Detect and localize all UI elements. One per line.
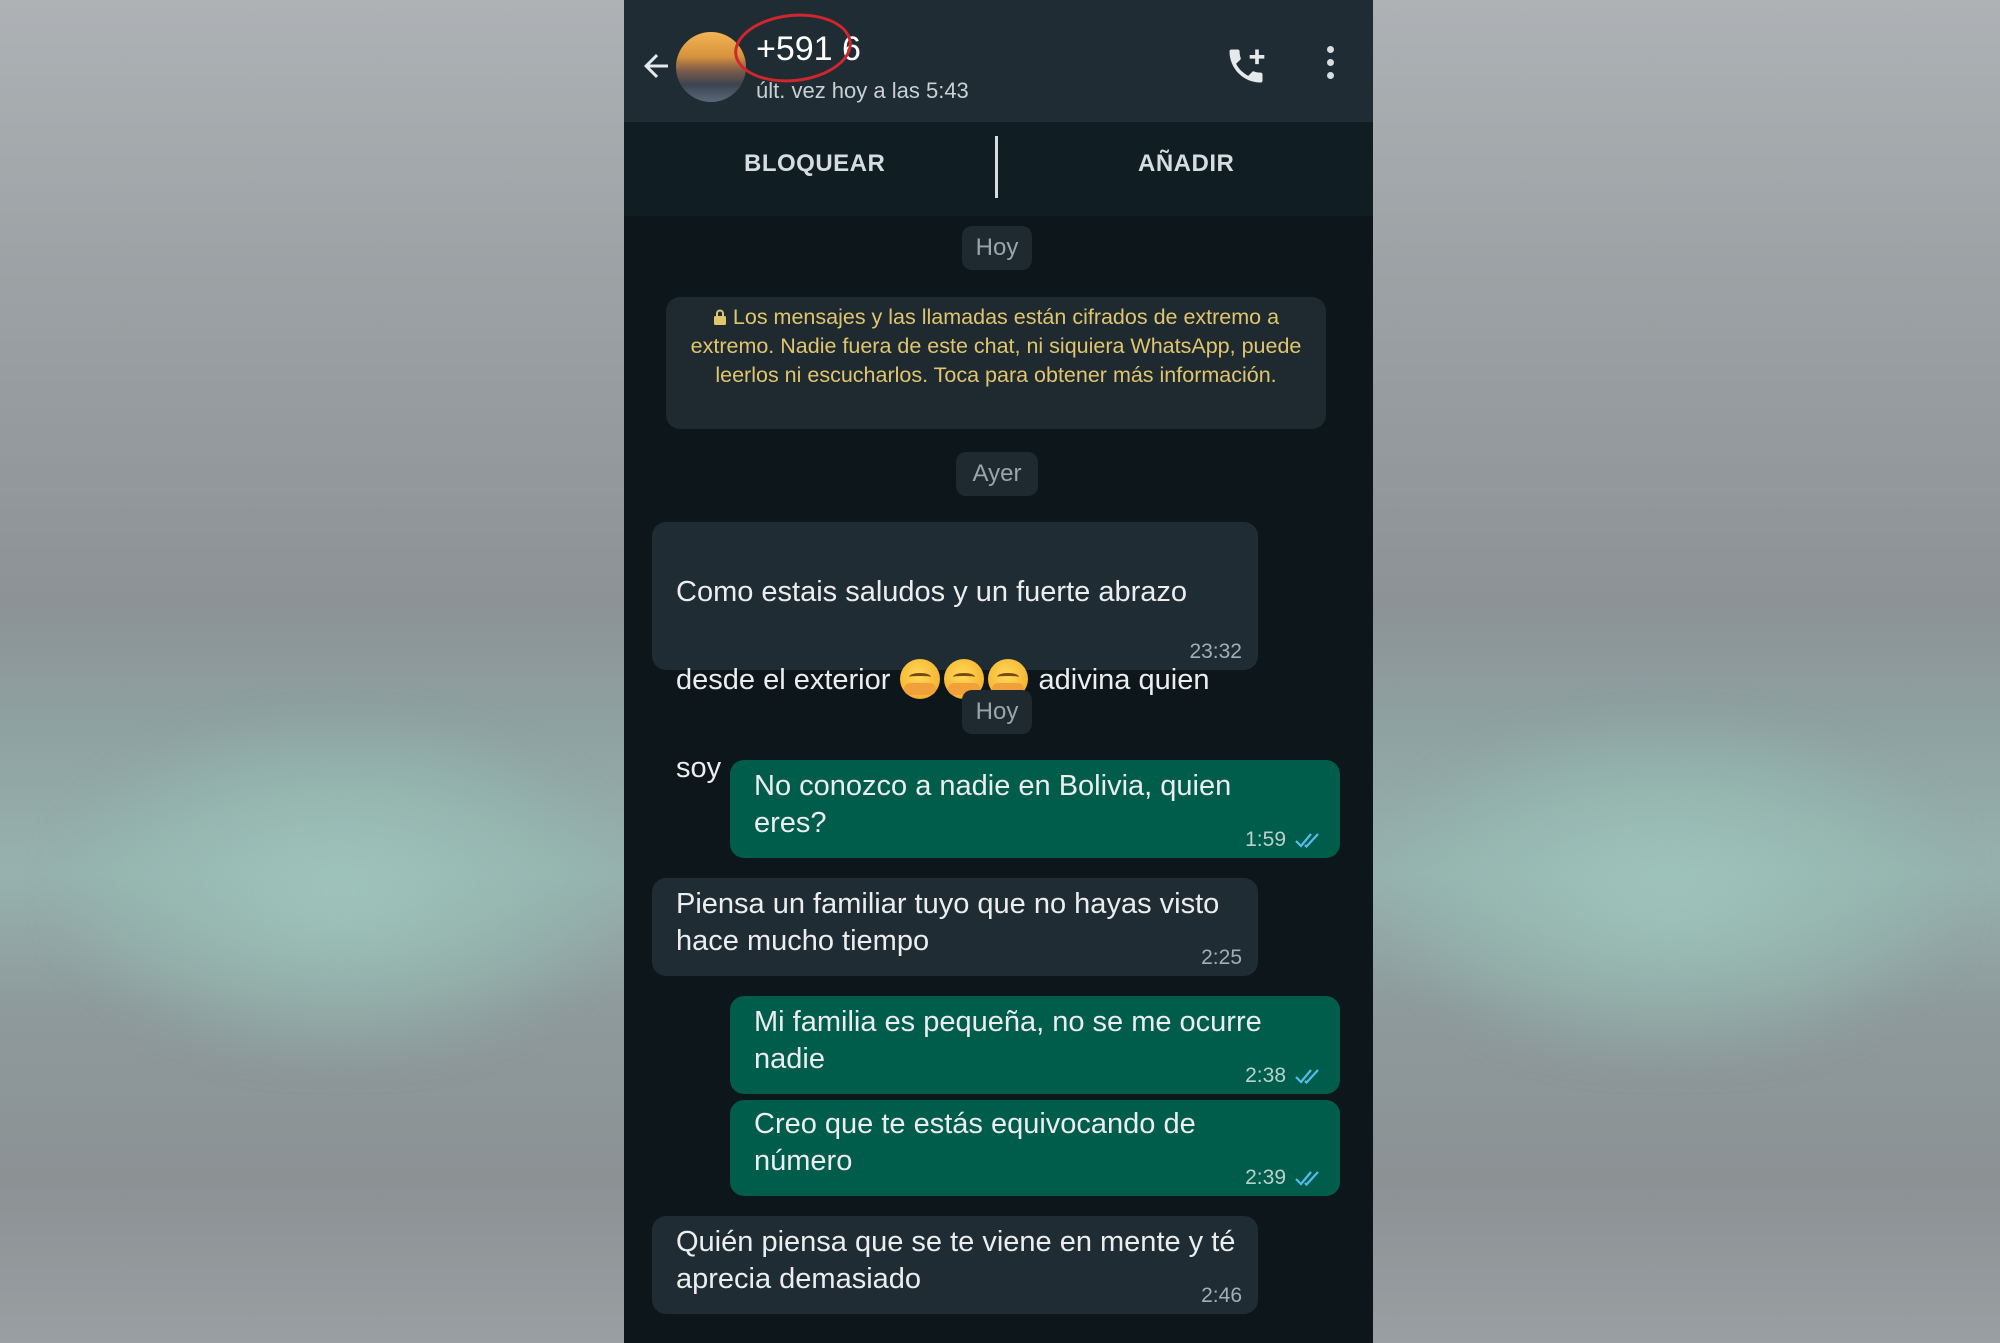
- date-separator: Ayer: [956, 452, 1038, 496]
- message-bubble-incoming[interactable]: Piensa un familiar tuyo que no hayas vis…: [652, 878, 1258, 976]
- double-check-icon: [1295, 1171, 1319, 1187]
- message-meta: 1:59: [1245, 826, 1324, 854]
- blurred-glow-right: [1380, 720, 1960, 1060]
- message-time: 2:25: [1201, 946, 1242, 969]
- message-text: No conozco a nadie en Bolivia, quien ere…: [754, 770, 1232, 839]
- message-time: 2:38: [1245, 1064, 1286, 1087]
- chat-area[interactable]: Hoy Los mensajes y las llamadas están ci…: [624, 216, 1373, 1343]
- annotation-circle: [730, 8, 856, 88]
- more-vertical-icon[interactable]: [1324, 46, 1336, 86]
- lock-icon: [713, 309, 726, 325]
- encryption-notice-text: Los mensajes y las llamadas están cifrad…: [690, 305, 1302, 387]
- block-button[interactable]: BLOQUEAR: [744, 150, 885, 178]
- message-time: 2:46: [1201, 1284, 1242, 1307]
- message-meta: 2:46: [1201, 1282, 1242, 1310]
- message-meta: 2:25: [1201, 944, 1242, 972]
- message-time: 1:59: [1245, 828, 1286, 851]
- last-seen-status: últ. vez hoy a las 5:43: [756, 78, 969, 103]
- message-text: Quién piensa que se te viene en mente y …: [676, 1226, 1236, 1295]
- message-bubble-outgoing[interactable]: No conozco a nadie en Bolivia, quien ere…: [730, 760, 1340, 858]
- message-bubble-incoming[interactable]: Quién piensa que se te viene en mente y …: [652, 1216, 1258, 1314]
- unknown-contact-actions: BLOQUEAR AÑADIR: [624, 122, 1373, 216]
- message-meta: 2:38: [1245, 1062, 1324, 1090]
- add-call-icon[interactable]: [1224, 44, 1268, 88]
- message-meta: 2:39: [1245, 1164, 1324, 1192]
- message-bubble-incoming[interactable]: Como estais saludos y un fuerte abrazo d…: [652, 522, 1258, 784]
- message-text: Mi familia es pequeña, no se me ocurre n…: [754, 1006, 1262, 1075]
- blurred-glow-left: [60, 720, 620, 1060]
- phone-screen: +591 6 últ. vez hoy a las 5:43 BLOQUEAR …: [624, 0, 1373, 1343]
- message-meta: 23:32: [1189, 638, 1242, 666]
- arrow-left-icon[interactable]: [638, 48, 674, 84]
- double-check-icon: [1295, 1069, 1319, 1085]
- encryption-notice[interactable]: Los mensajes y las llamadas están cifrad…: [666, 297, 1326, 429]
- message-bubble-outgoing[interactable]: Creo que te estás equivocando de número …: [730, 1100, 1340, 1196]
- date-separator: Hoy: [962, 226, 1032, 270]
- double-check-icon: [1295, 833, 1319, 849]
- message-time: 2:39: [1245, 1166, 1286, 1189]
- chat-header: +591 6 últ. vez hoy a las 5:43: [624, 0, 1373, 122]
- date-separator: Hoy: [962, 690, 1032, 734]
- action-divider: [995, 136, 998, 198]
- message-time: 23:32: [1189, 640, 1242, 663]
- message-text: Piensa un familiar tuyo que no hayas vis…: [676, 888, 1220, 957]
- hugging-face-emoji: [900, 659, 941, 699]
- message-text: Creo que te estás equivocando de número: [754, 1108, 1196, 1177]
- add-contact-button[interactable]: AÑADIR: [1138, 150, 1234, 178]
- message-bubble-outgoing[interactable]: Mi familia es pequeña, no se me ocurre n…: [730, 996, 1340, 1094]
